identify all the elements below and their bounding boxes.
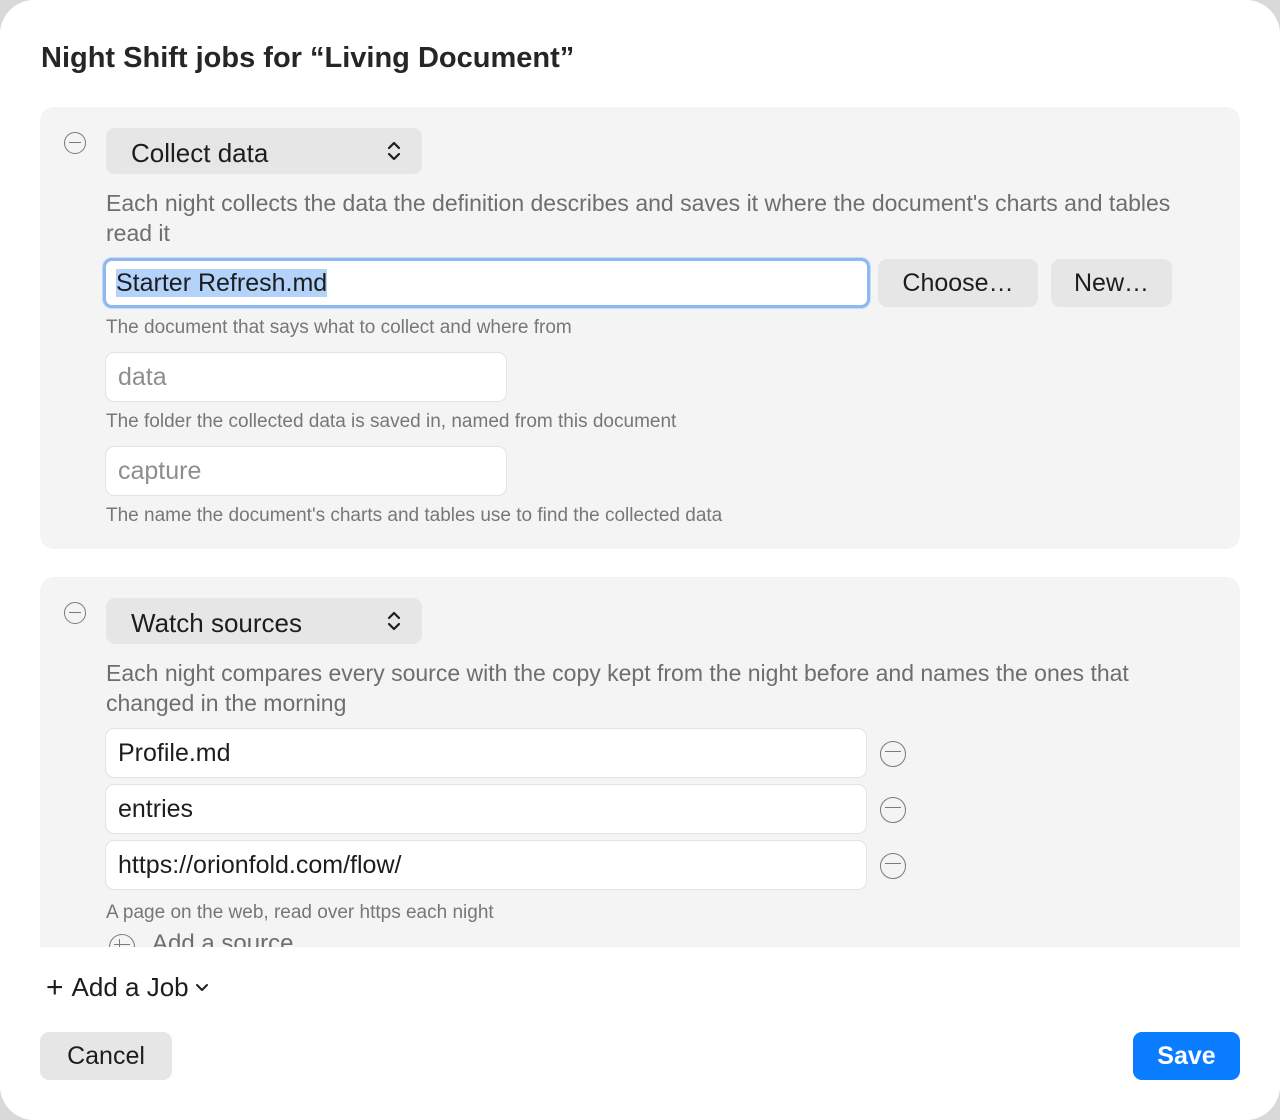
save-button[interactable]: Save [1133, 1032, 1240, 1080]
definition-value: Starter Refresh.md [116, 269, 328, 297]
folder-hint: The folder the collected data is saved i… [106, 411, 677, 432]
add-source-button[interactable]: Add a source [152, 930, 293, 947]
jobs-scroll-area[interactable]: Collect data Each night collects the dat… [40, 107, 1240, 947]
job-type-popup[interactable]: Watch sources [106, 598, 422, 644]
source-field[interactable]: entries [105, 784, 867, 834]
definition-hint: The document that says what to collect a… [106, 317, 572, 338]
night-shift-dialog: Night Shift jobs for “Living Document” C… [0, 0, 1280, 1120]
add-job-button[interactable]: + Add a Job [46, 972, 209, 1003]
job-description: Each night compares every source with th… [106, 660, 1129, 716]
chevron-down-icon [195, 983, 208, 991]
dialog-title: Night Shift jobs for “Living Document” [41, 42, 575, 74]
name-field[interactable]: capture [105, 446, 507, 496]
choose-button[interactable]: Choose… [878, 259, 1038, 307]
popup-updown-icon [387, 611, 401, 631]
job-description: Each night collects the data the definit… [106, 190, 1171, 246]
cancel-button[interactable]: Cancel [40, 1032, 172, 1080]
popup-updown-icon [387, 141, 401, 161]
definition-field[interactable]: Starter Refresh.md [103, 258, 870, 308]
remove-job-icon[interactable] [64, 602, 86, 624]
new-button[interactable]: New… [1051, 259, 1172, 307]
add-source-icon[interactable] [109, 934, 135, 947]
folder-field[interactable]: data [105, 352, 507, 402]
job-card-watch-sources: Watch sources Each night compares every … [40, 577, 1240, 947]
source-field[interactable]: Profile.md [105, 728, 867, 778]
remove-source-icon[interactable] [880, 853, 906, 879]
job-card-collect-data: Collect data Each night collects the dat… [40, 107, 1240, 549]
add-job-label: Add a Job [71, 972, 189, 1002]
remove-source-icon[interactable] [880, 797, 906, 823]
remove-job-icon[interactable] [64, 132, 86, 154]
remove-source-icon[interactable] [880, 741, 906, 767]
job-type-label: Collect data [131, 138, 269, 168]
plus-icon: + [46, 970, 64, 1004]
source-field[interactable]: https://orionfold.com/flow/ [105, 840, 867, 890]
job-type-label: Watch sources [131, 608, 302, 638]
job-type-popup[interactable]: Collect data [106, 128, 422, 174]
source-hint: A page on the web, read over https each … [106, 902, 494, 923]
name-hint: The name the document's charts and table… [106, 505, 723, 526]
